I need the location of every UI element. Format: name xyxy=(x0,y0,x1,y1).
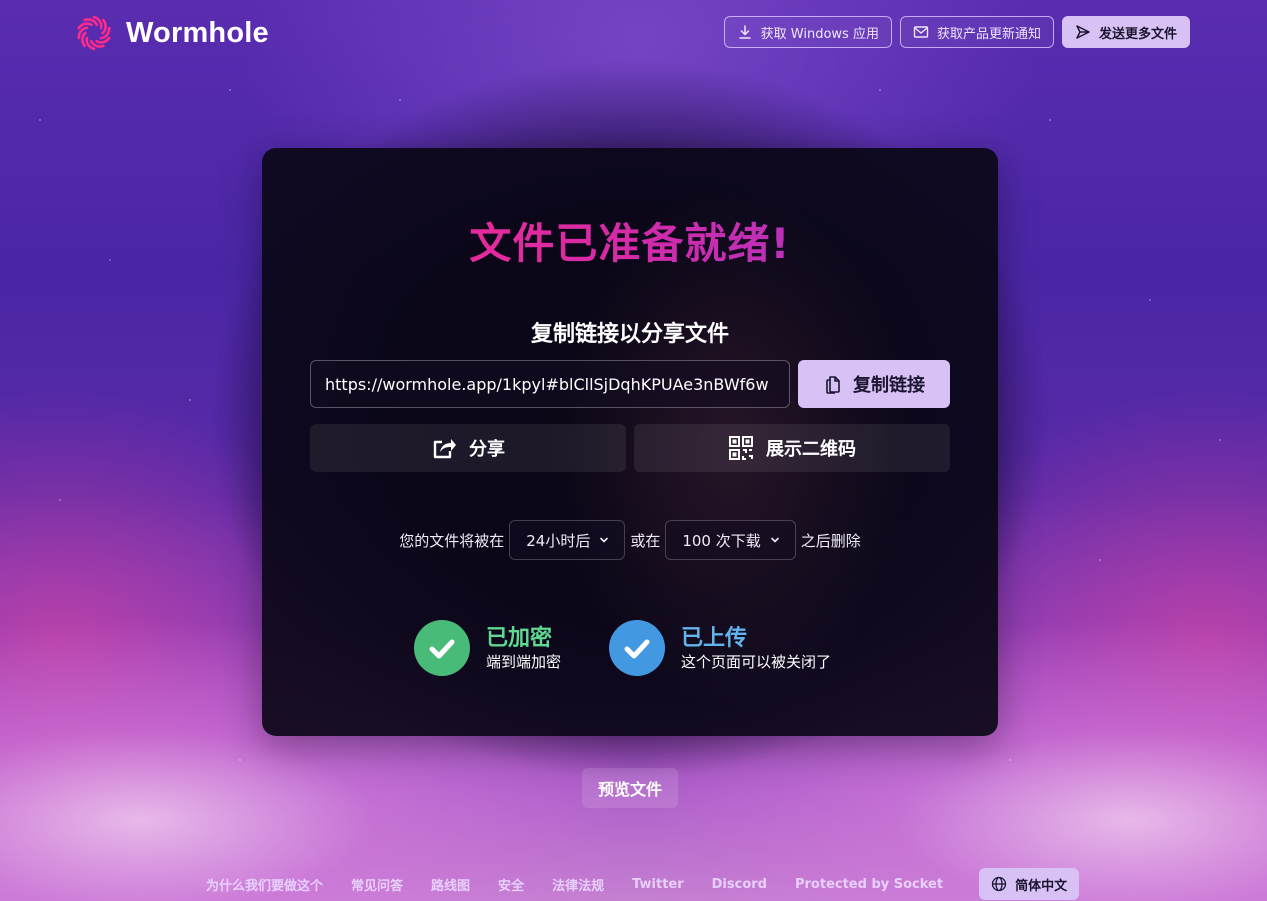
footer-link-twitter[interactable]: Twitter xyxy=(632,877,684,892)
action-row: 分享 展示二维码 xyxy=(310,424,950,472)
encrypted-subtitle: 端到端加密 xyxy=(486,653,562,671)
mail-icon xyxy=(913,26,929,38)
footer-link-socket[interactable]: Protected by Socket xyxy=(795,877,943,892)
logo[interactable]: Wormhole xyxy=(74,13,269,53)
share-button[interactable]: 分享 xyxy=(310,424,626,472)
header-actions: 获取 Windows 应用 获取产品更新通知 发送更多文件 xyxy=(723,16,1190,48)
language-selector[interactable]: 简体中文 xyxy=(979,868,1080,900)
chevron-down-icon xyxy=(600,537,609,543)
chevron-down-icon xyxy=(770,537,779,543)
page-title: 文件已准备就绪! xyxy=(262,210,998,271)
get-windows-app-label: 获取 Windows 应用 xyxy=(760,26,879,42)
copy-link-label: 复制链接 xyxy=(853,375,925,396)
expiry-time-select[interactable]: 24小时后 xyxy=(509,520,626,560)
qr-code-icon xyxy=(729,436,753,460)
wormhole-logo-icon xyxy=(77,15,111,51)
footer-link-roadmap[interactable]: 路线图 xyxy=(431,875,470,894)
expiry-time-value: 24小时后 xyxy=(526,531,591,550)
copy-link-button[interactable]: 复制链接 xyxy=(798,360,950,408)
get-windows-app-button[interactable]: 获取 Windows 应用 xyxy=(723,16,892,48)
expiry-settings: 您的文件将被在 24小时后 或在 100 次下载 之后删除 xyxy=(262,520,998,560)
status-encrypted: 已加密 端到端加密 xyxy=(414,620,561,676)
footer-link-why[interactable]: 为什么我们要做这个 xyxy=(206,875,323,894)
encrypted-check-icon xyxy=(414,620,470,676)
expiry-prefix: 您的文件将被在 xyxy=(399,531,505,550)
share-icon xyxy=(433,439,456,459)
footer-link-legal[interactable]: 法律法规 xyxy=(552,875,604,894)
share-subtitle: 复制链接以分享文件 xyxy=(530,322,729,347)
link-row: 复制链接 xyxy=(310,360,950,408)
expiry-downloads-select[interactable]: 100 次下载 xyxy=(665,520,796,560)
encrypted-title: 已加密 xyxy=(486,626,553,651)
expiry-suffix: 之后删除 xyxy=(800,531,861,550)
show-qr-label: 展示二维码 xyxy=(766,439,856,460)
globe-icon xyxy=(991,876,1007,892)
status-uploaded: 已上传 这个页面可以被关闭了 xyxy=(609,620,831,676)
language-label: 简体中文 xyxy=(1015,878,1068,894)
status-row: 已加密 端到端加密 已上传 这个页面可以被关闭了 xyxy=(414,620,831,676)
preview-files-button[interactable]: 预览文件 xyxy=(582,768,678,808)
footer-link-faq[interactable]: 常见问答 xyxy=(351,875,403,894)
expiry-downloads-value: 100 次下载 xyxy=(682,531,761,550)
share-label: 分享 xyxy=(469,439,505,460)
download-icon xyxy=(738,25,751,39)
share-link-input[interactable] xyxy=(310,360,790,408)
footer: 为什么我们要做这个 常见问答 路线图 安全 法律法规 Twitter Disco… xyxy=(206,868,1080,900)
uploaded-subtitle: 这个页面可以被关闭了 xyxy=(681,653,832,671)
send-more-files-label: 发送更多文件 xyxy=(1098,26,1177,42)
uploaded-check-icon xyxy=(609,620,666,676)
share-card: 文件已准备就绪! 复制链接以分享文件 复制链接 分享 展示二维码 您的文件将被在… xyxy=(262,148,998,736)
footer-link-discord[interactable]: Discord xyxy=(712,877,767,892)
product-updates-label: 获取产品更新通知 xyxy=(936,26,1041,42)
send-more-files-button[interactable]: 发送更多文件 xyxy=(1061,16,1190,48)
product-updates-button[interactable]: 获取产品更新通知 xyxy=(899,16,1054,48)
copy-icon xyxy=(826,376,840,394)
uploaded-title: 已上传 xyxy=(681,626,748,651)
expiry-middle: 或在 xyxy=(630,531,661,550)
show-qr-button[interactable]: 展示二维码 xyxy=(634,424,950,472)
logo-text: Wormhole xyxy=(126,16,269,49)
send-icon xyxy=(1076,25,1090,39)
footer-link-security[interactable]: 安全 xyxy=(498,875,524,894)
